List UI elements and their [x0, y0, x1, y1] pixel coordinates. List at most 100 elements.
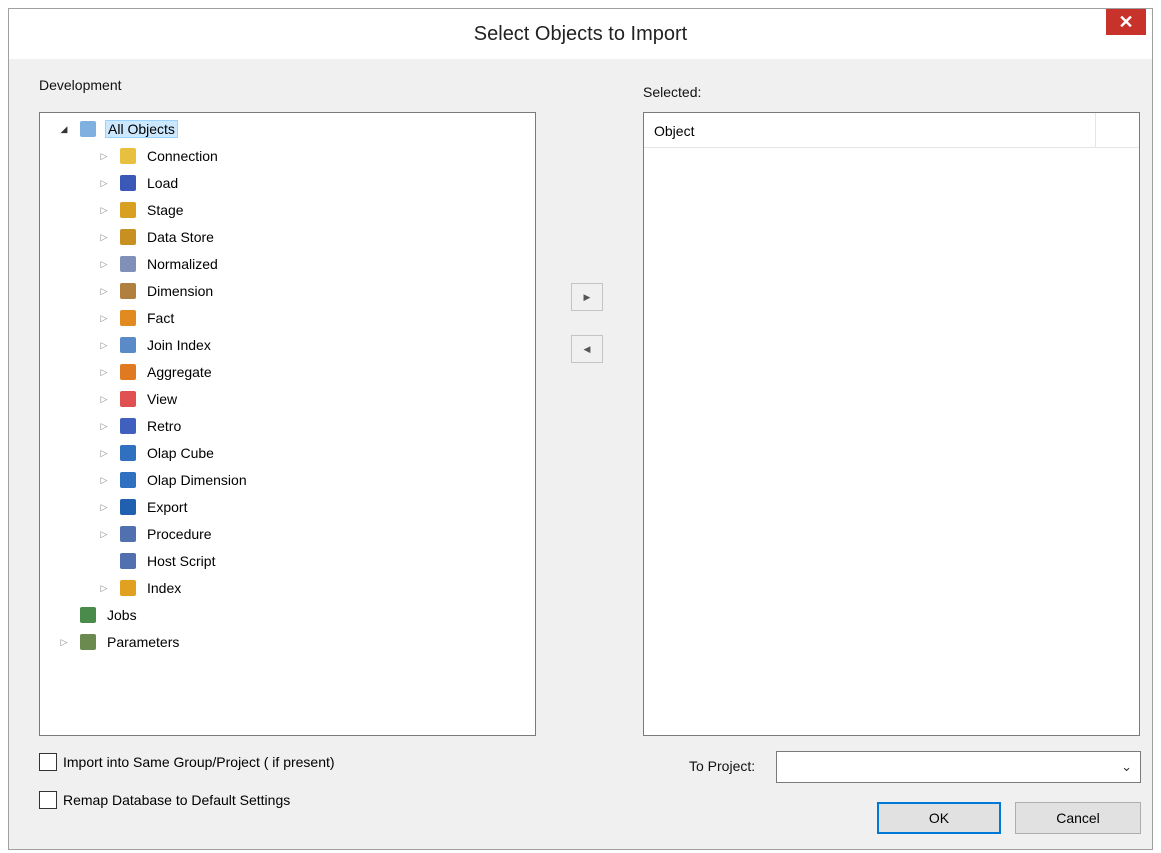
collapsed-triangle-icon[interactable]: ▷ [98, 366, 110, 378]
tree-item-label: Index [147, 580, 182, 596]
view-icon [120, 391, 136, 407]
tree-item[interactable]: ▷ Retro [101, 415, 183, 437]
selected-label: Selected: [643, 84, 702, 100]
collapsed-triangle-icon[interactable]: ▷ [98, 501, 110, 513]
tree-item-label: Olap Cube [147, 445, 214, 461]
tree-item-label: Jobs [107, 607, 137, 623]
remap-checkbox[interactable] [39, 791, 57, 809]
collapsed-triangle-icon[interactable]: ▷ [98, 258, 110, 270]
source-object-tree[interactable]: ◢ All Objects ▷ Connection ▷ Load ▷ Stage ▷ Data … [39, 112, 536, 736]
tree-item[interactable]: ▷ Data Store [101, 226, 216, 248]
jobs-icon [80, 607, 96, 623]
collapsed-triangle-icon[interactable]: ▷ [98, 231, 110, 243]
selected-objects-list[interactable]: Object [643, 112, 1140, 736]
fact-icon [120, 310, 136, 326]
host-script-icon [120, 553, 136, 569]
collapsed-triangle-icon[interactable]: ▷ [98, 339, 110, 351]
folder-icon [80, 121, 96, 137]
collapsed-triangle-icon[interactable]: ▷ [58, 636, 70, 648]
title-bar[interactable]: Select Objects to Import ✕ [9, 9, 1152, 59]
collapsed-triangle-icon[interactable]: ▷ [98, 474, 110, 486]
tree-item-label: Aggregate [147, 364, 212, 380]
tree-item[interactable]: ▷ View [101, 388, 179, 410]
collapsed-triangle-icon[interactable]: ▷ [98, 528, 110, 540]
same-group-label: Import into Same Group/Project ( if pres… [63, 754, 335, 770]
tree-item-label: Dimension [147, 283, 214, 299]
tree-item[interactable]: ▷ Normalized [101, 253, 220, 275]
tree-item-label: All Objects [105, 120, 178, 138]
tree-item[interactable]: ▷ Export [101, 496, 189, 518]
collapsed-triangle-icon[interactable]: ▷ [98, 447, 110, 459]
tree-item-label: Host Script [147, 553, 216, 569]
development-label: Development [39, 77, 122, 93]
data-store-icon [120, 229, 136, 245]
collapsed-triangle-icon[interactable]: ▷ [98, 204, 110, 216]
collapsed-triangle-icon[interactable]: ▷ [98, 582, 110, 594]
column-separator[interactable] [1095, 113, 1096, 148]
export-icon [120, 499, 136, 515]
tree-item-label: Olap Dimension [147, 472, 247, 488]
object-column-header[interactable]: Object [654, 123, 694, 139]
tree-item-label: Parameters [107, 634, 180, 650]
close-button[interactable]: ✕ [1106, 9, 1146, 35]
same-group-option[interactable]: Import into Same Group/Project ( if pres… [39, 753, 335, 771]
to-project-label: To Project: [689, 758, 756, 774]
tree-item-label: Load [147, 175, 179, 191]
index-icon [120, 580, 136, 596]
parameters-icon [80, 634, 96, 650]
tree-item[interactable]: ▷ Fact [101, 307, 176, 329]
join-index-icon [120, 337, 136, 353]
cancel-button[interactable]: Cancel [1015, 802, 1141, 834]
list-header: Object [644, 113, 1139, 148]
collapsed-triangle-icon[interactable]: ▷ [98, 420, 110, 432]
tree-item[interactable]: ▷ Dimension [101, 280, 215, 302]
tree-item-label: Export [147, 499, 188, 515]
collapsed-triangle-icon[interactable]: ▷ [98, 150, 110, 162]
normalized-icon [120, 256, 136, 272]
stage-icon [120, 202, 136, 218]
tree-item-label: View [147, 391, 178, 407]
arrow-right-icon: ▶ [583, 291, 591, 302]
import-dialog: Select Objects to Import ✕ Development ◢… [8, 8, 1153, 850]
olap-dimension-icon [120, 472, 136, 488]
arrow-left-icon: ◀ [583, 343, 591, 354]
chevron-down-icon: ⌄ [1121, 759, 1132, 774]
tree-item[interactable]: ▷ Stage [101, 199, 186, 221]
tree-item[interactable]: Host Script [120, 550, 217, 572]
ok-button[interactable]: OK [877, 802, 1001, 834]
collapsed-triangle-icon[interactable]: ▷ [98, 393, 110, 405]
tree-item-label: Connection [147, 148, 218, 164]
tree-item[interactable]: ◢ All Objects [61, 118, 178, 140]
olap-cube-icon [120, 445, 136, 461]
tree-item[interactable]: ▷ Parameters [61, 631, 181, 653]
tree-item[interactable]: ▷ Procedure [101, 523, 214, 545]
expanded-triangle-icon[interactable]: ◢ [58, 123, 70, 135]
connection-icon [120, 148, 136, 164]
tree-item[interactable]: ▷ Index [101, 577, 183, 599]
tree-item-label: Fact [147, 310, 175, 326]
tree-item[interactable]: Jobs [80, 604, 139, 626]
tree-item-label: Data Store [147, 229, 214, 245]
same-group-checkbox[interactable] [39, 753, 57, 771]
tree-item[interactable]: ▷ Olap Cube [101, 442, 216, 464]
tree-item[interactable]: ▷ Join Index [101, 334, 213, 356]
retro-icon [120, 418, 136, 434]
tree-item[interactable]: ▷ Aggregate [101, 361, 214, 383]
collapsed-triangle-icon[interactable]: ▷ [98, 312, 110, 324]
tree-item[interactable]: ▷ Olap Dimension [101, 469, 249, 491]
collapsed-triangle-icon[interactable]: ▷ [98, 177, 110, 189]
tree-item-label: Stage [147, 202, 184, 218]
aggregate-icon [120, 364, 136, 380]
load-icon [120, 175, 136, 191]
tree-item[interactable]: ▷ Load [101, 172, 180, 194]
to-project-select[interactable]: ⌄ [776, 751, 1141, 783]
tree-item[interactable]: ▷ Connection [101, 145, 220, 167]
remap-option[interactable]: Remap Database to Default Settings [39, 791, 290, 809]
collapsed-triangle-icon[interactable]: ▷ [98, 285, 110, 297]
dimension-icon [120, 283, 136, 299]
tree-item-label: Retro [147, 418, 182, 434]
add-to-selected-button[interactable]: ▶ [571, 283, 603, 311]
remove-from-selected-button[interactable]: ◀ [571, 335, 603, 363]
remap-label: Remap Database to Default Settings [63, 792, 291, 808]
tree-item-label: Procedure [147, 526, 212, 542]
